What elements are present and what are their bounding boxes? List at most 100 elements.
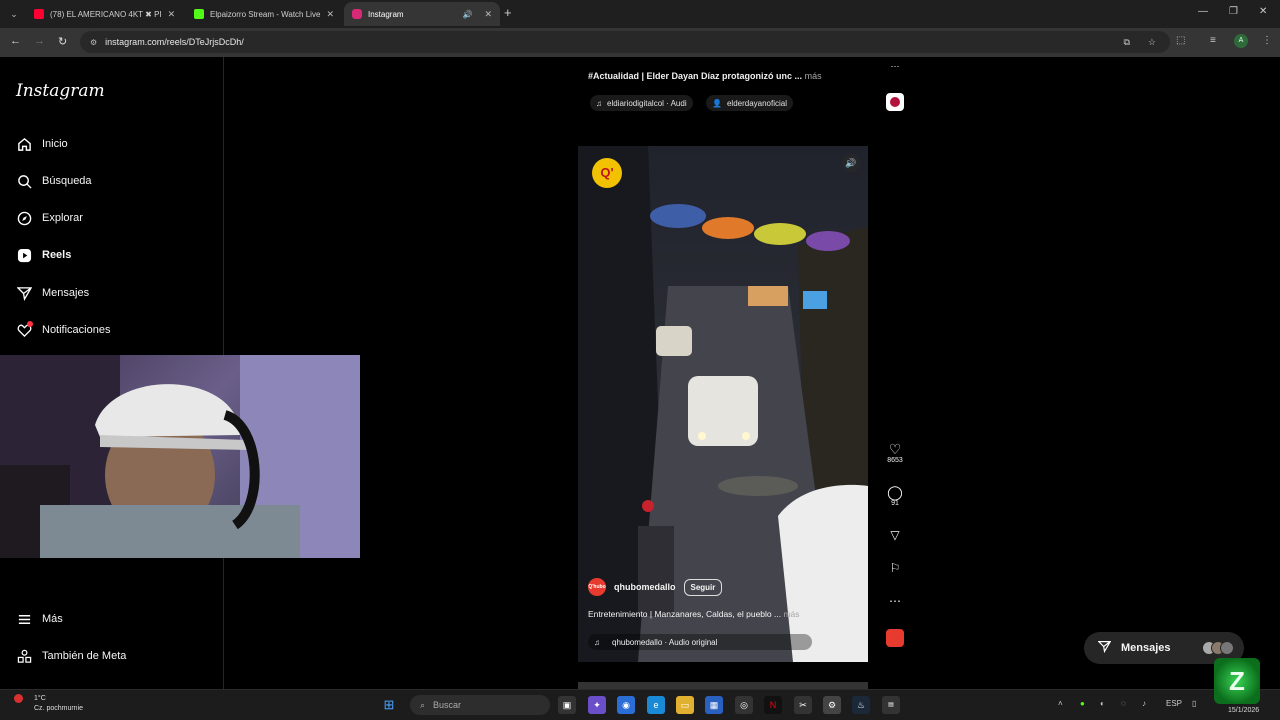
edge-icon[interactable]: e [647,696,665,714]
task-view-icon[interactable]: ▣ [558,696,576,714]
settings-icon[interactable]: ⚙ [823,696,841,714]
close-icon[interactable]: ✕ [484,9,492,20]
reel-audio-thumb[interactable] [886,629,904,647]
media-controls-icon[interactable]: ≡ [1210,35,1216,46]
like-button[interactable]: ♡ 8653 [884,441,906,464]
prev-post-more-link[interactable]: más [805,71,822,81]
prev-post-audio-thumb-icon[interactable] [886,93,904,111]
new-tab-button[interactable]: + [504,5,512,20]
browser-toolbar: ← → ↻ ⚙ instagram.com/reels/DTeJrjsDcDh/… [0,28,1280,57]
comment-button[interactable]: ◯ 91 [884,484,906,507]
sidebar-item-explorar[interactable]: Explorar [16,207,83,229]
steam-icon[interactable]: ♨ [852,696,870,714]
sidebar-item-label: Mensajes [42,287,90,299]
volume-icon[interactable]: 🔊 [842,154,860,172]
store-icon[interactable]: ▦ [705,696,723,714]
bookmark-star-icon[interactable]: ☆ [1148,37,1156,48]
sidebar-item-reels[interactable]: Reels [16,244,71,266]
chrome-icon[interactable]: ◉ [617,696,635,714]
sidebar-item-label: Explorar [42,212,83,224]
site-info-icon[interactable]: ⚙ [90,38,97,47]
reel-author-avatar[interactable]: Q'hubo [588,578,606,596]
game-app-icon[interactable]: ▤ [882,696,900,714]
prev-post-caption-text: #Actualidad | Elder Dayan Díaz protagoni… [588,71,803,81]
weather-text: Cz. pochmurnie [34,705,84,712]
tab-search-icon[interactable]: ⌄ [6,6,22,22]
like-count: 8653 [887,457,903,464]
person-icon: 👤 [712,98,722,108]
heart-icon [16,321,33,338]
network-icon[interactable]: ▯ [1192,699,1196,708]
audio-playing-icon[interactable]: 🔊 [462,10,472,19]
tab-youtube[interactable]: (78) EL AMERICANO 4KT ✖ PI ✕ [26,2,182,26]
capcut-icon[interactable]: ✂ [794,696,812,714]
extensions-icon[interactable]: ⬚ [1176,35,1185,46]
language-indicator[interactable]: ESP [1166,699,1182,708]
messages-label: Mensajes [1121,642,1171,654]
save-button[interactable]: ⚐ [884,560,906,576]
close-icon[interactable]: ✕ [326,9,334,20]
address-bar[interactable]: ⚙ instagram.com/reels/DTeJrjsDcDh/ ⧉ ☆ [80,31,1170,53]
close-icon[interactable]: ✕ [168,9,176,20]
file-explorer-icon[interactable]: ▭ [676,696,694,714]
weather-widget[interactable]: 1°C Cz. pochmurnie [14,694,84,714]
netflix-icon[interactable]: N [764,696,782,714]
reel-username[interactable]: qhubomedallo [614,582,676,592]
send-icon: ▽ [890,528,900,542]
profile-avatar[interactable]: A [1234,34,1248,48]
tray-app-icon[interactable]: ◌ [1121,699,1126,708]
prev-post-options-icon[interactable]: ⋯ [886,61,904,72]
bookmark-icon: ⚐ [889,561,901,575]
tab-instagram[interactable]: Instagram 🔊 ✕ [344,2,500,26]
obs-icon[interactable]: ◎ [735,696,753,714]
more-options-button[interactable]: ⋯ [884,593,906,609]
prev-post-audio-pill[interactable]: ♫ eldiariodigitalcol · Audi [590,95,693,111]
back-icon[interactable]: ← [10,35,21,47]
taskbar-search[interactable]: ⌕ Buscar [410,695,550,715]
prev-post-tagged-pill[interactable]: 👤 elderdayanoficial [706,95,794,111]
share-button[interactable]: ▽ [884,527,906,543]
youtube-icon [34,9,44,19]
reel-audio-text: qhubomedallo · Audio original [612,637,718,647]
sidebar-item-mas[interactable]: Más [16,608,63,630]
tray-app-icon[interactable]: ♪ [1142,699,1146,708]
forward-icon[interactable]: → [34,35,45,47]
reel-more-link[interactable]: más [783,609,799,619]
sidebar-item-mensajes[interactable]: Mensajes [16,282,89,304]
sidebar-item-notificaciones[interactable]: Notificaciones [16,319,110,341]
tray-overflow-icon[interactable]: ˄ [1058,699,1063,708]
install-app-icon[interactable]: ⧉ [1123,37,1129,48]
window-close-icon[interactable]: ✕ [1259,6,1267,17]
tray-app-icon[interactable]: ◐ [1100,699,1105,708]
message-avatars [1202,641,1234,655]
follow-button[interactable]: Seguir [683,578,723,596]
sidebar-item-tambien-de-meta[interactable]: También de Meta [16,645,126,667]
tab-kick[interactable]: Elpaizorro Stream - Watch Live ✕ [186,2,342,26]
reel-video[interactable]: Q' 🔊 Q'hubo qhubomedallo Seguir Entreten… [578,146,868,662]
windows-start-icon[interactable]: ⊞ [380,696,398,714]
send-icon [16,285,32,301]
reload-icon[interactable]: ↻ [58,35,67,48]
tray-app-icon[interactable]: ● [1080,699,1085,708]
instagram-logo[interactable]: Instagram [16,81,105,101]
more-options-icon: ⋯ [889,594,901,608]
browser-tab-strip: ⌄ (78) EL AMERICANO 4KT ✖ PI ✕ Elpaizorr… [0,0,1280,28]
comment-icon: ◯ [887,484,903,500]
sidebar-item-label: Más [42,613,63,625]
reel-author: Q'hubo qhubomedallo Seguir [588,578,723,596]
copilot-icon[interactable]: ✦ [588,696,606,714]
reel-audio-pill[interactable]: ♫ qhubomedallo · Audio original [588,634,812,650]
reel-caption: Entretenimiento | Manzanares, Caldas, el… [588,609,800,619]
maximize-icon[interactable]: ❐ [1229,6,1238,17]
kebab-menu-icon[interactable]: ⋮ [1262,35,1272,46]
tab-title: (78) EL AMERICANO 4KT ✖ PI [50,9,162,19]
menu-icon [16,611,32,627]
kick-icon [194,9,204,19]
sidebar-item-busqueda[interactable]: Búsqueda [16,170,92,192]
weather-icon [14,694,23,703]
reel-caption-text: Entretenimiento | Manzanares, Caldas, el… [588,609,782,619]
profile-initial: A [1238,37,1244,44]
sidebar-item-inicio[interactable]: Inicio [16,133,68,155]
minimize-icon[interactable]: — [1198,6,1208,17]
sidebar-item-label: Notificaciones [42,324,111,336]
